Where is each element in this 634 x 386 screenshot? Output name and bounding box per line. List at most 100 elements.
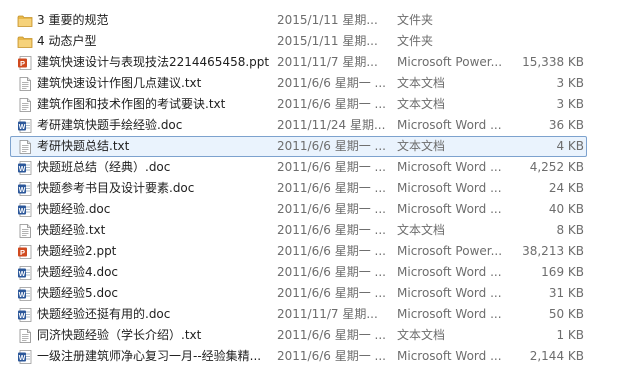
txt-icon	[17, 328, 33, 344]
file-type: Microsoft Word ...	[397, 118, 502, 132]
file-name: 建筑快速设计作图几点建议.txt	[37, 76, 202, 90]
file-type: Microsoft Word ...	[397, 307, 502, 321]
file-size: 40 KB	[548, 202, 584, 216]
ppt-icon: P	[17, 55, 33, 71]
doc-icon: W	[17, 202, 33, 218]
file-date-modified: 2011/11/7 星期...	[277, 55, 378, 69]
file-date-modified: 2011/6/6 星期一 ...	[277, 76, 386, 90]
file-row[interactable]: P 建筑快速设计与表现技法2214465458.ppt 2011/11/7 星期..…	[0, 52, 634, 73]
svg-text:W: W	[19, 355, 26, 362]
file-type: Microsoft Word ...	[397, 265, 502, 279]
file-size: 169 KB	[541, 265, 584, 279]
file-row[interactable]: 建筑作图和技术作图的考试要诀.txt 2011/6/6 星期一 ... 文本文档 3 …	[0, 94, 634, 115]
file-row[interactable]: P 快题经验2.ppt 2011/6/6 星期一 ... Microsoft Powe…	[0, 241, 634, 262]
file-row[interactable]: 建筑快速设计作图几点建议.txt 2011/6/6 星期一 ... 文本文档 3 KB	[0, 73, 634, 94]
file-type: 文本文档	[397, 139, 446, 153]
file-type: Microsoft Power...	[397, 55, 503, 69]
file-name: 考研建筑快题手绘经验.doc	[37, 118, 183, 132]
file-date-modified: 2011/6/6 星期一 ...	[277, 265, 386, 279]
svg-text:W: W	[19, 166, 26, 173]
file-size: 31 KB	[548, 286, 584, 300]
file-type: 文本文档	[397, 223, 446, 237]
svg-text:W: W	[19, 208, 26, 215]
folder-icon	[17, 13, 33, 29]
file-row[interactable]: 3 重要的规范 2015/1/11 星期... 文件夹	[0, 10, 634, 31]
file-type: 文本文档	[397, 328, 446, 342]
file-size	[505, 31, 584, 52]
svg-text:W: W	[19, 187, 26, 194]
file-row[interactable]: 4 动态户型 2015/1/11 星期... 文件夹	[0, 31, 634, 52]
svg-text:P: P	[20, 248, 25, 257]
file-row[interactable]: W 考研建筑快题手绘经验.doc 2011/11/24 星期... Microsoft…	[0, 115, 634, 136]
file-type: Microsoft Power...	[397, 244, 503, 258]
file-name: 快题经验2.ppt	[37, 244, 117, 258]
file-date-modified: 2011/6/6 星期一 ...	[277, 286, 386, 300]
file-name: 快题班总结（经典）.doc	[37, 160, 171, 174]
txt-icon	[17, 97, 33, 113]
file-row[interactable]: 快题经验.txt 2011/6/6 星期一 ... 文本文档 8 KB	[0, 220, 634, 241]
file-size	[505, 10, 584, 31]
file-row[interactable]: W 快题经验.doc 2011/6/6 星期一 ... Microsoft Word …	[0, 199, 634, 220]
file-row[interactable]: W 快题班总结（经典）.doc 2011/6/6 星期一 ... Microsoft …	[0, 157, 634, 178]
txt-icon	[17, 223, 33, 239]
file-name: 3 重要的规范	[37, 13, 109, 27]
file-row[interactable]: W 快题参考书目及设计要素.doc 2011/6/6 星期一 ... Microsof…	[0, 178, 634, 199]
txt-icon	[17, 139, 33, 155]
file-type: 文件夹	[397, 13, 434, 27]
file-size: 24 KB	[548, 181, 584, 195]
file-date-modified: 2011/6/6 星期一 ...	[277, 181, 386, 195]
file-name: 同济快题经验（学长介绍）.txt	[37, 328, 202, 342]
file-type: 文本文档	[397, 76, 446, 90]
file-row[interactable]: W 快题经验4.doc 2011/6/6 星期一 ... Microsoft Word…	[0, 262, 634, 283]
svg-text:P: P	[20, 59, 25, 68]
file-row[interactable]: 考研快题总结.txt 2011/6/6 星期一 ... 文本文档 4 KB	[0, 136, 634, 157]
svg-text:W: W	[19, 124, 26, 131]
file-name: 建筑作图和技术作图的考试要诀.txt	[37, 97, 226, 111]
file-name: 快题经验4.doc	[37, 265, 119, 279]
file-size: 4,252 KB	[529, 160, 584, 174]
file-size: 36 KB	[548, 118, 584, 132]
doc-icon: W	[17, 265, 33, 281]
file-date-modified: 2011/6/6 星期一 ...	[277, 160, 386, 174]
svg-text:W: W	[19, 313, 26, 320]
svg-text:W: W	[19, 271, 26, 278]
file-name: 快题经验.doc	[37, 202, 111, 216]
doc-icon: W	[17, 118, 33, 134]
file-name: 4 动态户型	[37, 34, 97, 48]
file-type: Microsoft Word ...	[397, 160, 502, 174]
file-name: 考研快题总结.txt	[37, 139, 130, 153]
file-size: 8 KB	[556, 223, 584, 237]
doc-icon: W	[17, 160, 33, 176]
file-type: 文件夹	[397, 34, 434, 48]
file-name: 建筑快速设计与表现技法2214465458.ppt	[37, 55, 270, 69]
file-date-modified: 2011/6/6 星期一 ...	[277, 223, 386, 237]
ppt-icon: P	[17, 244, 33, 260]
folder-icon	[17, 34, 33, 50]
file-date-modified: 2015/1/11 星期...	[277, 13, 378, 27]
file-size: 2,144 KB	[529, 349, 584, 363]
file-type: Microsoft Word ...	[397, 181, 502, 195]
file-date-modified: 2015/1/11 星期...	[277, 34, 378, 48]
file-date-modified: 2011/6/6 星期一 ...	[277, 202, 386, 216]
file-size: 3 KB	[556, 97, 584, 111]
file-type: Microsoft Word ...	[397, 349, 502, 363]
file-type: Microsoft Word ...	[397, 286, 502, 300]
file-name: 快题经验5.doc	[37, 286, 119, 300]
file-date-modified: 2011/6/6 星期一 ...	[277, 328, 386, 342]
txt-icon	[17, 76, 33, 92]
file-name: 快题经验.txt	[37, 223, 106, 237]
file-date-modified: 2011/11/24 星期...	[277, 118, 386, 132]
file-row[interactable]: 同济快题经验（学长介绍）.txt 2011/6/6 星期一 ... 文本文档 1 KB	[0, 325, 634, 346]
file-size: 50 KB	[548, 307, 584, 321]
svg-text:W: W	[19, 292, 26, 299]
file-name: 快题经验还挺有用的.doc	[37, 307, 171, 321]
file-row[interactable]: W 一级注册建筑师净心复习一月--经验集精... 2011/6/6 星期一 ... M…	[0, 346, 634, 367]
file-row[interactable]: W 快题经验5.doc 2011/6/6 星期一 ... Microsoft Word…	[0, 283, 634, 304]
file-date-modified: 2011/6/6 星期一 ...	[277, 139, 386, 153]
file-date-modified: 2011/11/7 星期...	[277, 307, 378, 321]
file-size: 3 KB	[556, 76, 584, 90]
file-row[interactable]: W 快题经验还挺有用的.doc 2011/11/7 星期... Microsoft W…	[0, 304, 634, 325]
file-type: Microsoft Word ...	[397, 202, 502, 216]
file-date-modified: 2011/6/6 星期一 ...	[277, 349, 386, 363]
file-type: 文本文档	[397, 97, 446, 111]
